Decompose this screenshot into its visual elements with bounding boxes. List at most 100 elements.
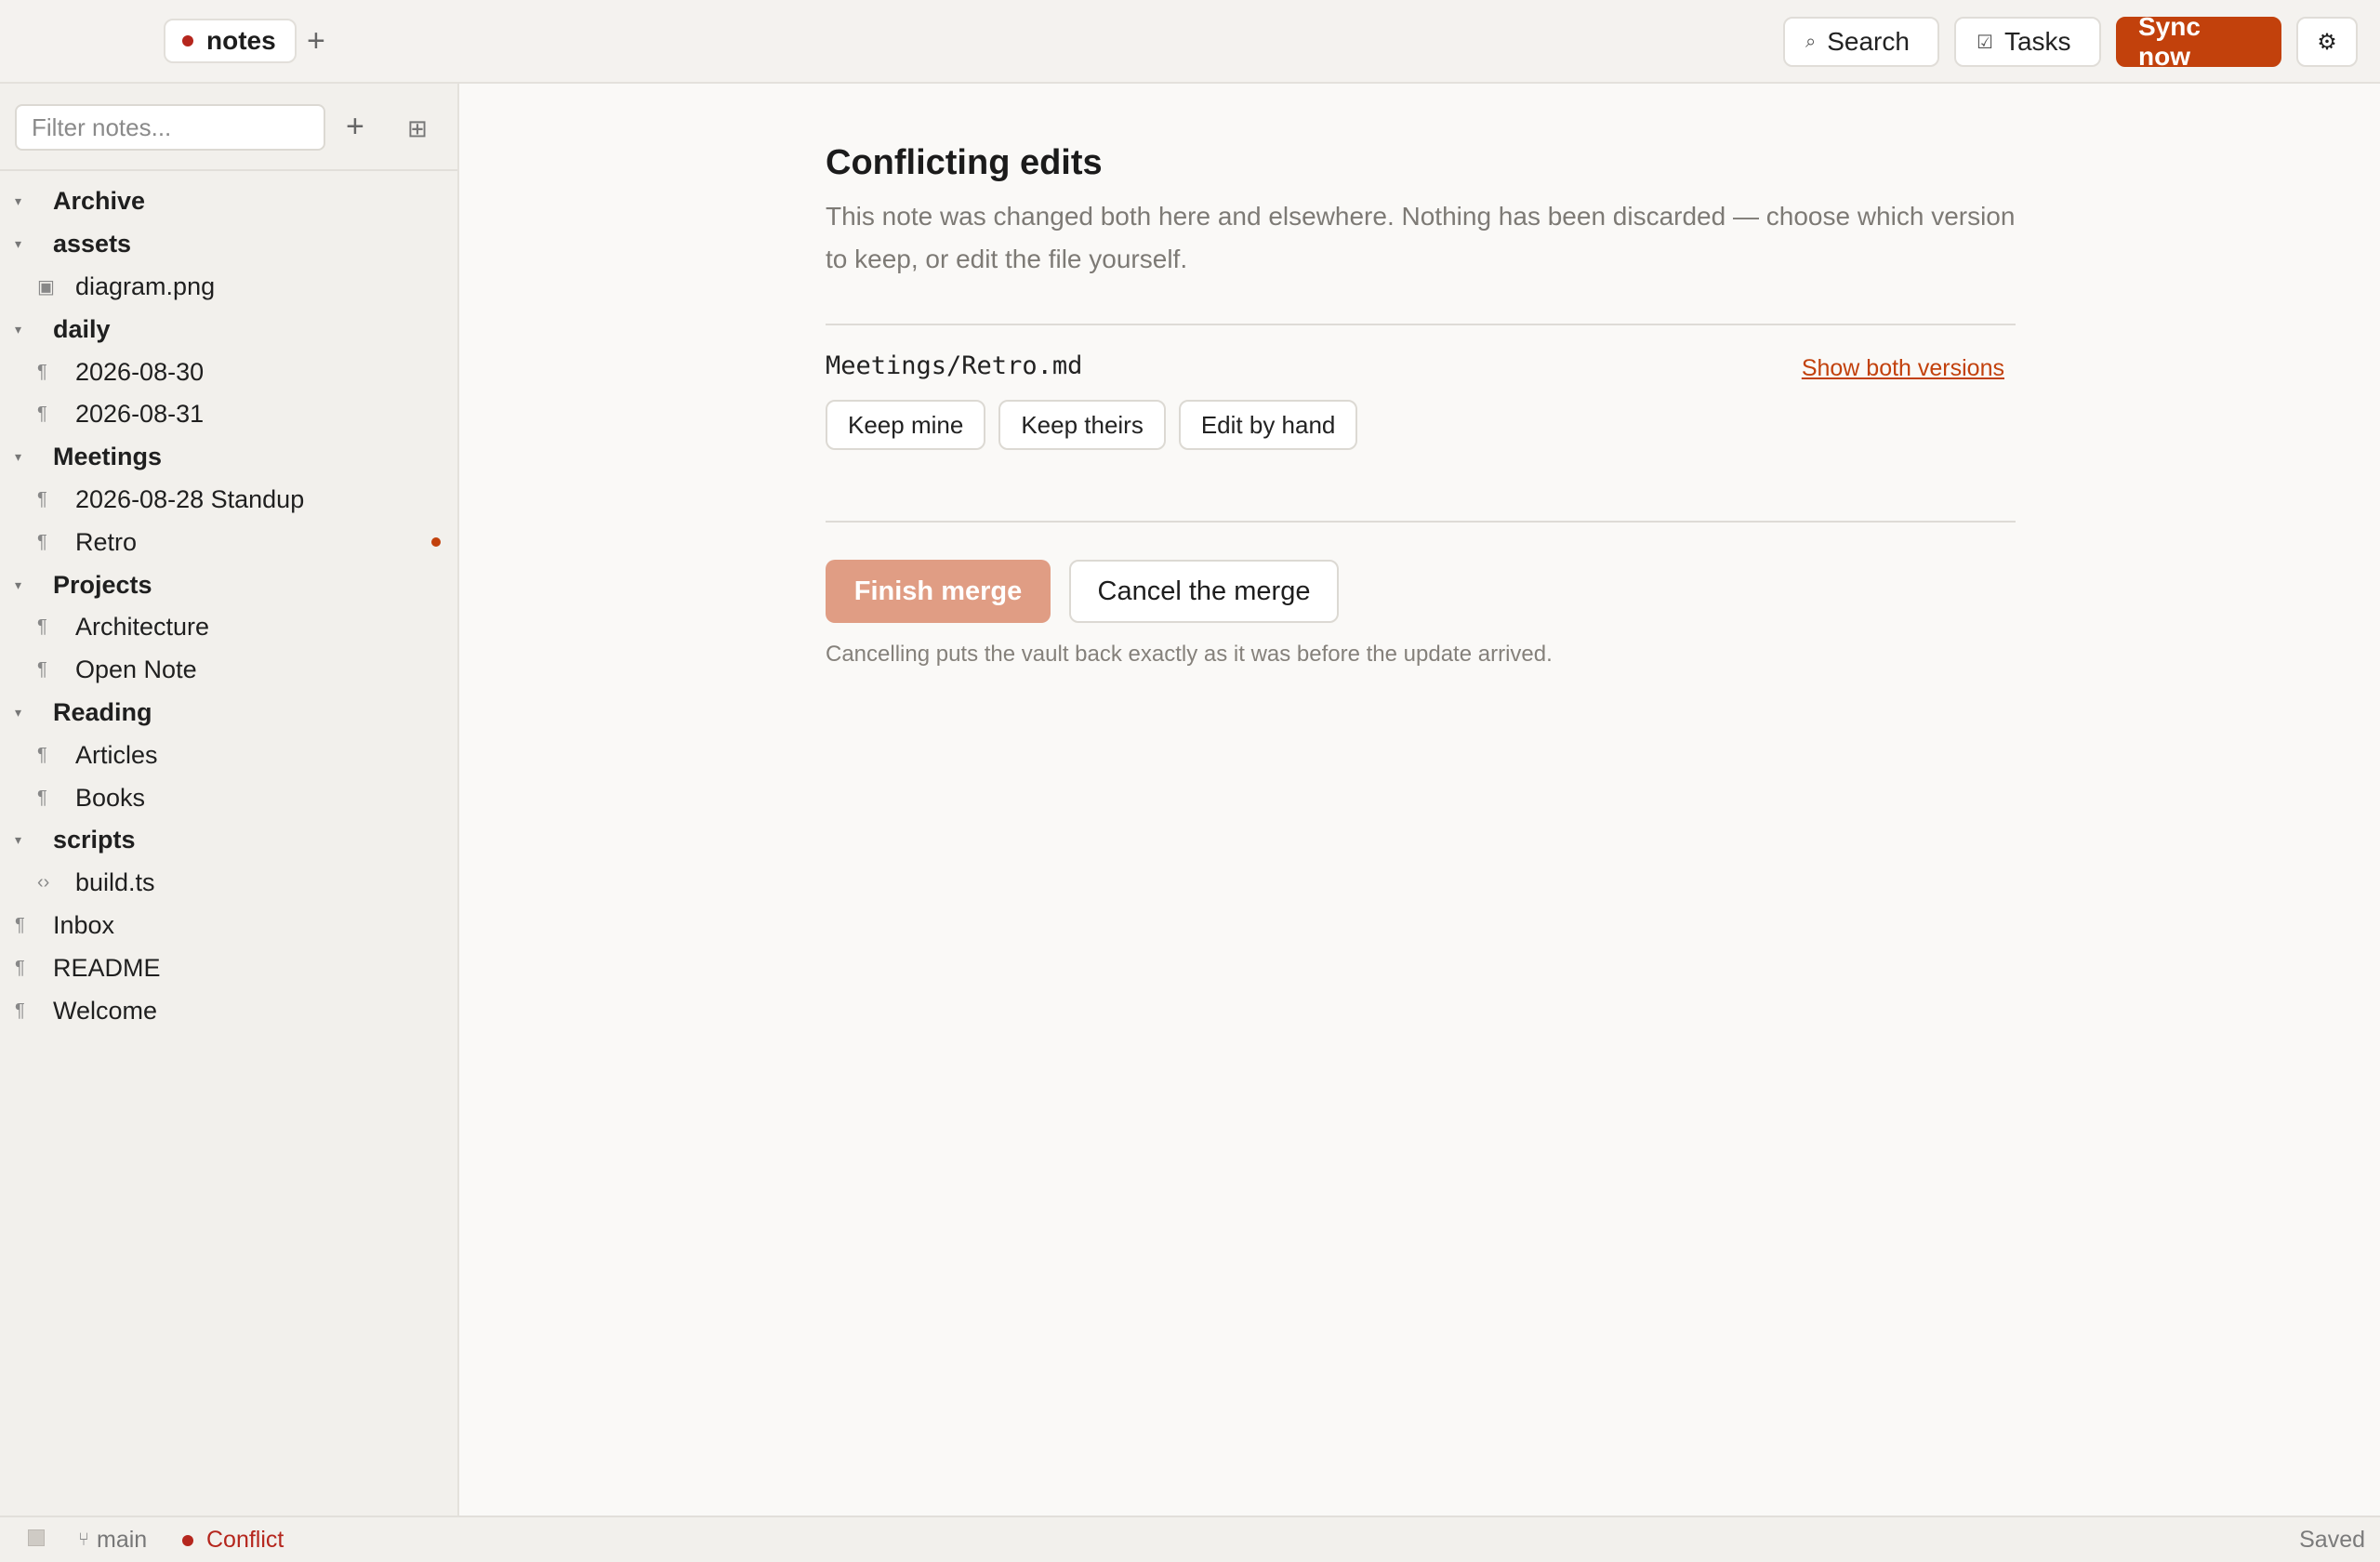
tree-item-label: Reading [53,697,152,726]
tree-folder[interactable]: ▾ Archive [0,180,457,223]
tree-folder[interactable]: ▾ daily [0,308,457,351]
tree-item-label: assets [53,230,132,258]
tree-item-label: diagram.png [75,271,216,300]
chevron-down-icon[interactable]: ▾ [15,705,21,721]
tree-item-label: Archive [53,187,146,216]
tree-item-label: 2026-08-28 Standup [75,484,305,513]
tree-folder[interactable]: ▾ scripts [0,819,457,862]
sync-now-button[interactable]: Sync now [2116,12,2281,71]
vault-tab-notes[interactable]: notes [164,19,297,63]
branch-name: main [97,1527,148,1553]
tree-item-label: 2026-08-30 [75,357,205,386]
branch-indicator[interactable]: ⑂ main [78,1527,147,1554]
conflict-description: This note was changed both here and else… [826,202,2016,273]
tree-item[interactable]: ¶ Articles [0,734,457,776]
tree-item[interactable]: ¶ 2026-08-30 [0,351,457,393]
divider [826,521,2016,523]
vault-tab-label: notes [206,26,276,55]
chevron-down-icon[interactable]: ▾ [15,236,21,252]
divider [826,324,2016,325]
filter-notes-input[interactable] [15,104,325,151]
tree-item-label: Retro [75,527,138,556]
note-icon: ¶ [37,616,47,638]
keep-mine-button[interactable]: Keep mine [826,400,986,450]
sidebar-toggle-icon[interactable] [28,1529,45,1546]
tree-folder[interactable]: ▾ Meetings [0,436,457,479]
image-file-icon: ▣ [37,276,55,298]
add-tab-button[interactable]: + [307,22,325,60]
note-icon: ¶ [15,999,25,1021]
note-icon: ¶ [37,787,47,808]
grid-view-icon[interactable]: ⊞ [407,112,428,145]
status-bar: ⑂ main Conflict Saved [0,1516,2380,1562]
conflict-dot-icon [182,35,193,46]
chevron-down-icon[interactable]: ▾ [15,193,21,209]
checkbox-icon: ☑ [1977,32,1993,53]
conflict-file-path: Meetings/Retro.md [826,351,1083,380]
tree-item-label: Open Note [75,655,197,684]
chevron-down-icon[interactable]: ▾ [15,322,21,338]
tasks-button-label: Tasks [2003,27,2071,56]
conflict-status-label: Conflict [206,1527,284,1553]
finish-merge-button[interactable]: Finish merge [826,560,1051,623]
page-title: Conflicting edits [826,143,1103,182]
note-icon: ¶ [37,404,47,425]
tree-folder[interactable]: ▾ Projects [0,563,457,606]
tree-item[interactable]: ¶ Books [0,776,457,819]
tree-item[interactable]: ‹› build.ts [0,862,457,905]
note-icon: ¶ [37,361,47,382]
note-icon: ¶ [37,488,47,510]
cancel-note: Cancelling puts the vault back exactly a… [826,642,1553,667]
sidebar: + ⊞ ▾ Archive ▾ assets ▣ diagram.png ▾ daily ¶ 20… [0,84,459,1516]
code-file-icon: ‹› [37,872,50,894]
merge-actions: Finish merge Cancel the merge [826,560,1339,623]
keep-theirs-button[interactable]: Keep theirs [998,400,1166,450]
save-status: Saved [2299,1527,2365,1553]
tree-item[interactable]: ¶ 2026-08-28 Standup [0,479,457,522]
modified-dot-icon [431,537,441,548]
settings-button[interactable]: ⚙ [2296,17,2358,67]
chevron-down-icon[interactable]: ▾ [15,449,21,465]
tree-item-label: Welcome [53,996,158,1025]
tree-item[interactable]: ¶ Inbox [0,905,457,947]
resolution-choices: Keep mine Keep theirs Edit by hand [826,400,1358,450]
note-icon: ¶ [15,914,25,935]
chevron-down-icon[interactable]: ▾ [15,577,21,593]
tree-item[interactable]: ¶ Open Note [0,649,457,692]
new-note-button[interactable]: + [346,108,364,145]
tree-item[interactable]: ¶ Architecture [0,606,457,649]
search-button[interactable]: ⌕ Search [1783,17,1939,67]
tree-item-label: Projects [53,570,152,599]
note-icon: ¶ [37,659,47,681]
show-both-versions-link[interactable]: Show both versions [1802,355,2004,382]
conflict-dot-icon [182,1534,193,1546]
file-tree: ▾ Archive ▾ assets ▣ diagram.png ▾ daily ¶ 2026-0… [0,180,457,1032]
tree-item[interactable]: ¶ Retro [0,521,457,563]
search-button-label: Search [1827,27,1910,56]
tree-folder[interactable]: ▾ assets [0,223,457,266]
tree-item[interactable]: ¶ Welcome [0,989,457,1032]
search-icon: ⌕ [1805,31,1817,52]
note-icon: ¶ [37,531,47,552]
tree-item-label: Architecture [75,613,210,642]
tree-item-label: Books [75,783,146,812]
tree-folder[interactable]: ▾ Reading [0,692,457,735]
branch-icon: ⑂ [78,1529,89,1550]
edit-by-hand-button[interactable]: Edit by hand [1178,400,1358,450]
tree-item-label: daily [53,314,111,343]
conflict-status[interactable]: Conflict [182,1527,284,1554]
tree-item-label: Meetings [53,443,163,471]
tree-item-label: build.ts [75,868,155,897]
tree-item-label: README [53,953,161,982]
note-icon: ¶ [37,744,47,765]
tree-item-label: scripts [53,826,136,854]
sidebar-divider [0,169,457,171]
cancel-merge-button[interactable]: Cancel the merge [1069,560,1339,623]
chevron-down-icon[interactable]: ▾ [15,832,21,848]
gear-icon: ⚙ [2317,29,2337,55]
tree-item[interactable]: ▣ diagram.png [0,266,457,309]
tasks-button[interactable]: ☑ Tasks [1954,17,2101,67]
tree-item[interactable]: ¶ 2026-08-31 [0,393,457,436]
tree-item[interactable]: ¶ README [0,946,457,989]
tree-item-label: Inbox [53,910,115,939]
